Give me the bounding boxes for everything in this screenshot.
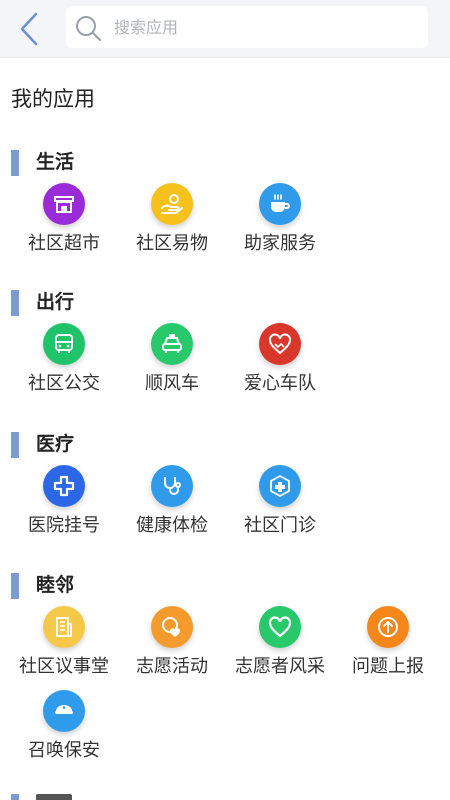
- app-label: 社区门诊: [244, 515, 316, 536]
- app-label: 志愿活动: [136, 656, 208, 677]
- section-medical: 医疗 医院挂号 健康体检 社区门诊: [0, 428, 450, 536]
- section-marker: [11, 794, 19, 800]
- security-guard-icon: [43, 690, 85, 732]
- section-title-cutoff: [36, 794, 72, 800]
- top-bar: [0, 0, 450, 58]
- section-marker: [11, 290, 19, 316]
- app-label: 助家服务: [244, 233, 316, 254]
- section-marker: [11, 573, 19, 599]
- section-title: 生活: [36, 151, 75, 173]
- stethoscope-icon: [151, 465, 193, 507]
- section-marker: [11, 432, 19, 458]
- volunteer-heart-icon: [151, 606, 193, 648]
- app-label: 社区易物: [136, 233, 208, 254]
- medical-cross-icon: [43, 465, 85, 507]
- section-travel: 出行 社区公交 顺风车 爱心车队: [0, 286, 450, 394]
- app-volunteer-showcase[interactable]: 志愿者风采: [226, 606, 334, 684]
- app-label: 召唤保安: [28, 740, 100, 761]
- chevron-left-icon: [20, 12, 38, 46]
- app-label: 问题上报: [352, 656, 424, 677]
- building-icon: [43, 606, 85, 648]
- bus-icon: [43, 323, 85, 365]
- storefront-icon: [43, 183, 85, 225]
- app-community-supermarket[interactable]: 社区超市: [10, 183, 118, 261]
- app-community-council[interactable]: 社区议事堂: [10, 606, 118, 684]
- search-input[interactable]: [114, 12, 414, 42]
- section-title: 睦邻: [36, 574, 75, 596]
- app-label: 社区超市: [28, 233, 100, 254]
- app-hospital-registration[interactable]: 医院挂号: [10, 465, 118, 543]
- section-header: 出行: [0, 286, 450, 316]
- app-community-bus[interactable]: 社区公交: [10, 323, 118, 401]
- next-section-partial: [0, 790, 450, 800]
- search-icon: [76, 16, 102, 42]
- app-volunteer-activity[interactable]: 志愿活动: [118, 606, 226, 684]
- app-home-service[interactable]: 助家服务: [226, 183, 334, 261]
- app-label: 顺风车: [145, 373, 199, 394]
- app-community-exchange[interactable]: 社区易物: [118, 183, 226, 261]
- app-carpool[interactable]: 顺风车: [118, 323, 226, 401]
- app-label: 爱心车队: [244, 373, 316, 394]
- app-health-checkup[interactable]: 健康体检: [118, 465, 226, 543]
- app-label: 社区议事堂: [19, 656, 109, 677]
- taxi-icon: [151, 323, 193, 365]
- app-issue-report[interactable]: 问题上报: [334, 606, 442, 684]
- back-button[interactable]: [14, 10, 48, 48]
- coffee-cup-icon: [259, 183, 301, 225]
- search-box[interactable]: [66, 6, 428, 48]
- section-title: 医疗: [36, 433, 75, 455]
- heart-icon: [259, 606, 301, 648]
- app-community-clinic[interactable]: 社区门诊: [226, 465, 334, 543]
- section-header: 医疗: [0, 428, 450, 458]
- section-marker: [11, 150, 19, 176]
- app-love-fleet[interactable]: 爱心车队: [226, 323, 334, 401]
- section-neighborhood: 睦邻 社区议事堂 志愿活动 志愿者风采 问题上报 召唤保安: [0, 569, 450, 761]
- app-label: 志愿者风采: [235, 656, 325, 677]
- app-call-security[interactable]: 召唤保安: [10, 690, 118, 768]
- section-header: 睦邻: [0, 569, 450, 599]
- app-label: 社区公交: [28, 373, 100, 394]
- clinic-cross-icon: [259, 465, 301, 507]
- hand-coin-icon: [151, 183, 193, 225]
- section-header: 生活: [0, 146, 450, 176]
- app-label: 健康体检: [136, 515, 208, 536]
- heart-handshake-icon: [259, 323, 301, 365]
- section-life: 生活 社区超市 社区易物 助家服务: [0, 146, 450, 254]
- upload-arrow-icon: [367, 606, 409, 648]
- section-title: 出行: [36, 291, 75, 313]
- page-title: 我的应用: [11, 87, 95, 111]
- app-label: 医院挂号: [28, 515, 100, 536]
